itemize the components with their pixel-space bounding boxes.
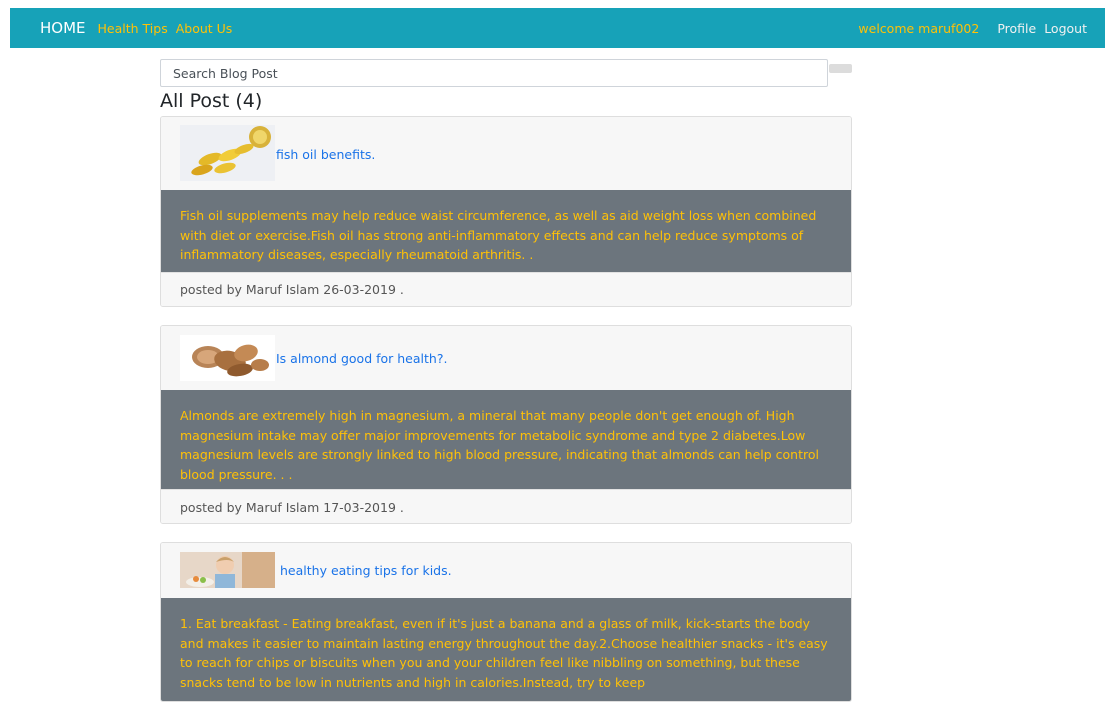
post-body: Fish oil supplements may help reduce wai…: [161, 190, 851, 272]
post-card: fish oil benefits. Fish oil supplements …: [160, 116, 852, 307]
page-title: All Post (4): [160, 90, 263, 112]
kid-eating-image: [180, 552, 275, 588]
nav-health-tips[interactable]: Health Tips: [98, 21, 168, 36]
user-menu: welcome maruf002 Profile Logout: [858, 21, 1087, 36]
post-title-link[interactable]: Is almond good for health?.: [276, 351, 447, 366]
post-card: Is almond good for health?. Almonds are …: [160, 325, 852, 524]
post-card: healthy eating tips for kids. 1. Eat bre…: [160, 542, 852, 702]
post-body: Almonds are extremely high in magnesium,…: [161, 390, 851, 489]
fish-oil-image: [180, 125, 275, 181]
welcome-text: welcome maruf002: [858, 20, 980, 36]
home-link[interactable]: HOME: [40, 19, 86, 37]
search-button[interactable]: [829, 64, 852, 73]
post-footer: posted by Maruf Islam 26-03-2019 .: [161, 272, 851, 306]
post-header: healthy eating tips for kids.: [161, 543, 851, 598]
post-title-link[interactable]: healthy eating tips for kids.: [280, 563, 452, 578]
post-footer: posted by Maruf Islam 17-03-2019 .: [161, 489, 851, 523]
post-body: 1. Eat breakfast - Eating breakfast, eve…: [161, 598, 851, 701]
post-title-link[interactable]: fish oil benefits.: [276, 147, 375, 162]
nav-about-us[interactable]: About Us: [176, 21, 233, 36]
post-header: Is almond good for health?.: [161, 326, 851, 390]
search-input[interactable]: [160, 59, 828, 87]
almond-image: [180, 335, 275, 381]
top-navbar: HOME Health Tips About Us welcome maruf0…: [10, 8, 1105, 48]
post-header: fish oil benefits.: [161, 117, 851, 190]
profile-link[interactable]: Profile: [997, 21, 1036, 36]
logout-link[interactable]: Logout: [1044, 21, 1087, 36]
